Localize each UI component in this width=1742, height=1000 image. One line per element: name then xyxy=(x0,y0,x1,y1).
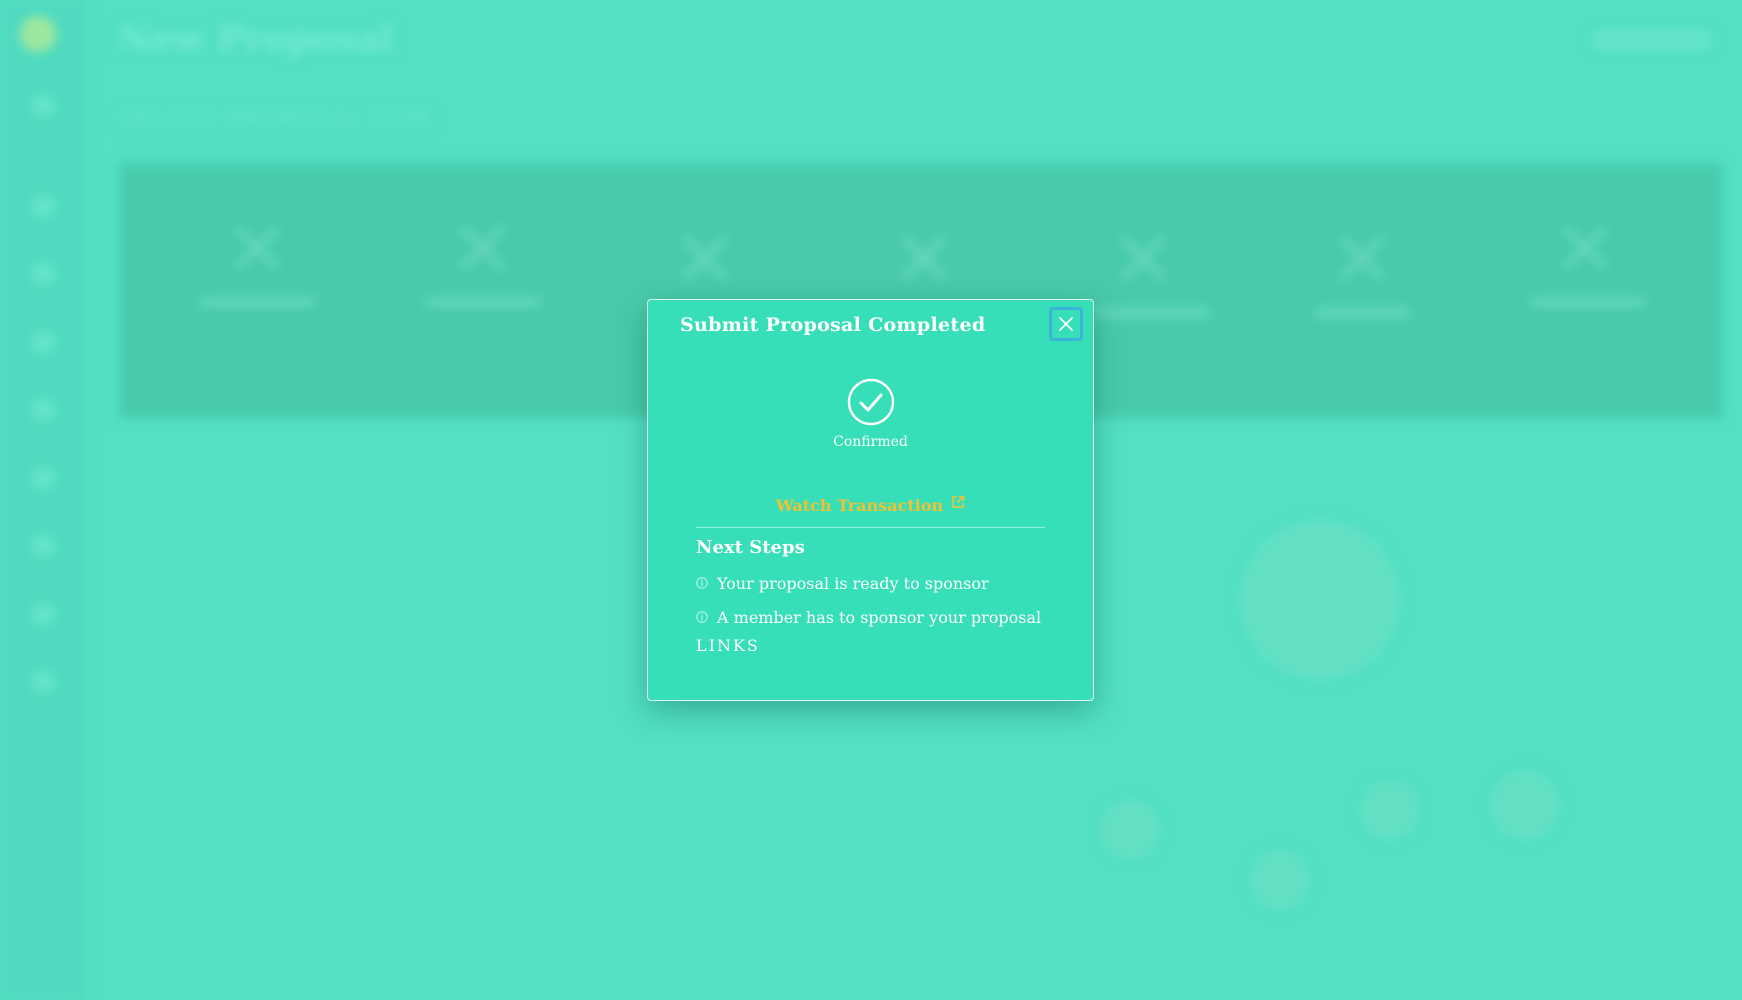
watch-transaction-link[interactable]: Watch Transaction xyxy=(648,495,1093,515)
close-icon xyxy=(1059,317,1073,331)
info-icon xyxy=(696,577,708,589)
close-button[interactable] xyxy=(1049,307,1083,341)
next-step-item: Your proposal is ready to sponsor xyxy=(696,566,1073,600)
external-link-icon xyxy=(952,495,965,508)
submit-proposal-modal: Submit Proposal Completed Confirmed Watc… xyxy=(647,299,1094,701)
next-steps-title: Next Steps xyxy=(696,537,805,558)
watch-transaction-label: Watch Transaction xyxy=(775,496,944,515)
next-step-item: A member has to sponsor your proposal xyxy=(696,600,1073,634)
next-step-text: A member has to sponsor your proposal xyxy=(717,607,1042,627)
status-label: Confirmed xyxy=(833,434,908,450)
next-steps-section: Next Steps Your proposal is ready to spo… xyxy=(696,537,1073,655)
links-label: LINKS xyxy=(696,636,760,655)
divider xyxy=(696,527,1045,528)
status-block: Confirmed xyxy=(648,378,1093,450)
modal-title: Submit Proposal Completed xyxy=(680,314,986,336)
next-step-text: Your proposal is ready to sponsor xyxy=(717,573,989,593)
check-circle-icon xyxy=(847,378,894,426)
info-icon xyxy=(696,611,708,623)
